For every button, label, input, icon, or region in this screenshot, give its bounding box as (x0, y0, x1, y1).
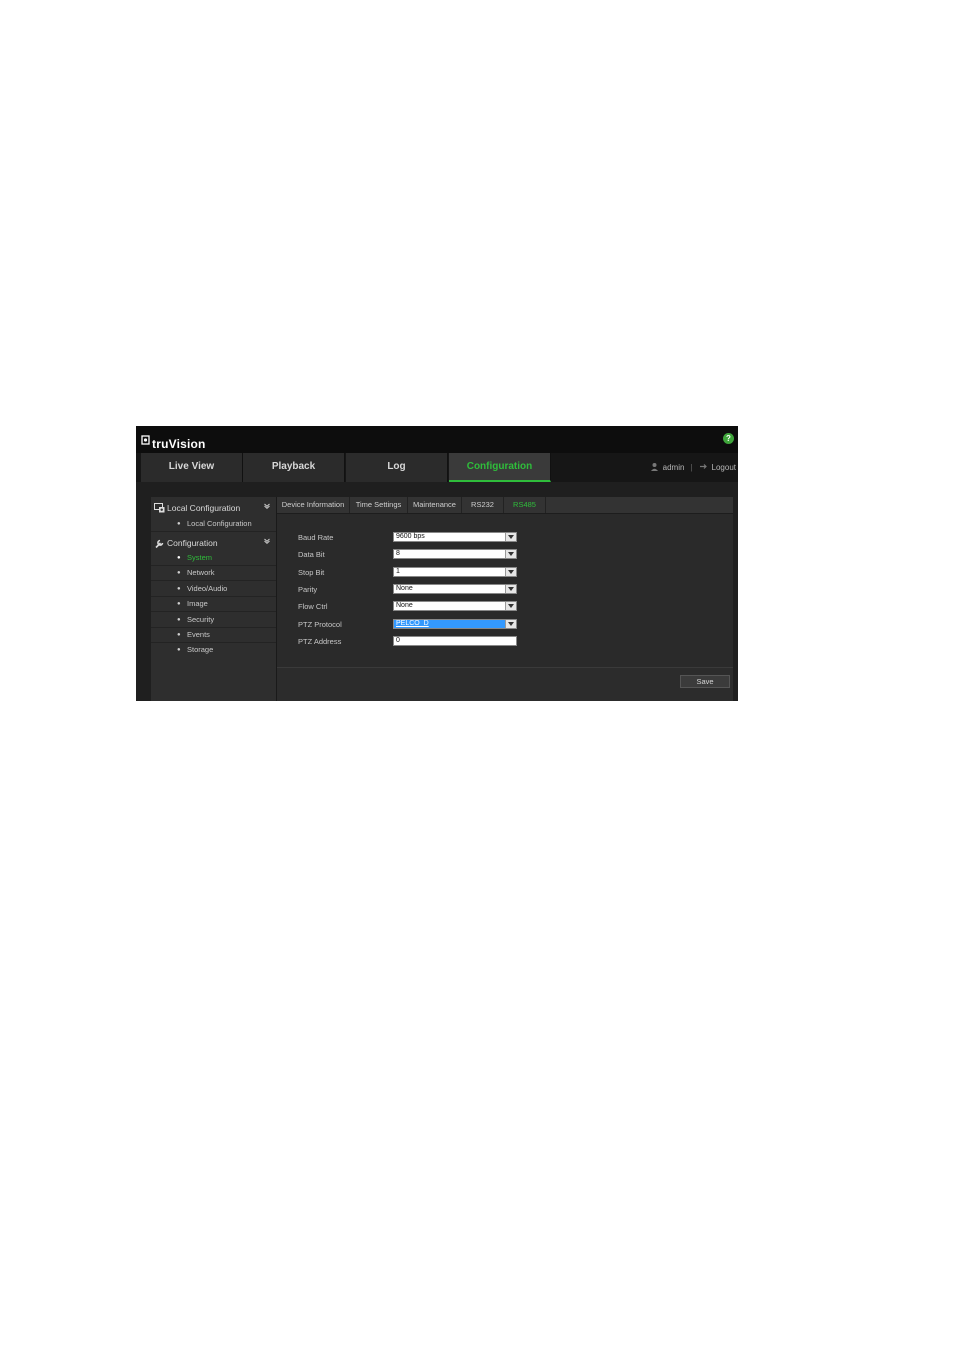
ptz-protocol-select[interactable]: PELCO_D (393, 619, 517, 629)
parity-label: Parity (298, 585, 318, 594)
logout-icon (699, 462, 708, 473)
dropdown-arrow-icon[interactable] (505, 533, 516, 541)
save-button[interactable]: Save (680, 675, 730, 688)
wrench-icon (153, 537, 165, 549)
data-bit-row: Data Bit 8 (277, 549, 733, 560)
ptz-protocol-row: PTZ Protocol PELCO_D (277, 619, 733, 630)
monitor-icon (153, 502, 165, 514)
main-panel: Device Information Time Settings Mainten… (277, 497, 733, 701)
data-bit-select[interactable]: 8 (393, 549, 517, 559)
baud-rate-value: 9600 bps (396, 533, 425, 540)
dropdown-arrow-icon[interactable] (505, 568, 516, 576)
app-window: truVision ? Live View Playback Log Confi… (136, 426, 738, 701)
help-icon[interactable]: ? (723, 433, 734, 444)
sidebar-item-security[interactable]: Security (151, 613, 276, 628)
sidebar-group-label: Local Configuration (167, 503, 241, 513)
brand-name: truVision (152, 437, 206, 451)
ptz-address-label: PTZ Address (298, 637, 342, 646)
flow-ctrl-label: Flow Ctrl (298, 602, 328, 611)
stop-bit-label: Stop Bit (298, 568, 325, 577)
parity-value: None (396, 585, 413, 592)
dropdown-arrow-icon[interactable] (505, 620, 516, 628)
logout-link[interactable]: Logout (712, 463, 736, 472)
baud-rate-row: Baud Rate 9600 bps (277, 532, 733, 543)
sidebar-item-local-configuration[interactable]: Local Configuration (151, 517, 276, 532)
sidebar-item-events[interactable]: Events (151, 628, 276, 643)
tab-configuration[interactable]: Configuration (449, 453, 551, 482)
rs485-settings-form: Baud Rate 9600 bps Data Bit 8 Stop Bit 1… (277, 514, 733, 668)
tab-rs485[interactable]: RS485 (504, 497, 546, 513)
dropdown-arrow-icon[interactable] (505, 602, 516, 610)
flow-ctrl-row: Flow Ctrl None (277, 601, 733, 612)
parity-row: Parity None (277, 584, 733, 595)
sidebar-group-label: Configuration (167, 538, 218, 548)
data-bit-label: Data Bit (298, 550, 325, 559)
ptz-address-row: PTZ Address 0 (277, 636, 733, 647)
logo-icon (141, 435, 151, 447)
stop-bit-select[interactable]: 1 (393, 567, 517, 577)
baud-rate-label: Baud Rate (298, 533, 334, 542)
divider: | (690, 463, 693, 472)
sidebar-group-local-configuration[interactable]: Local Configuration (151, 501, 276, 515)
flow-ctrl-value: None (396, 602, 413, 609)
sidebar-item-system[interactable]: System (151, 551, 276, 566)
tab-device-information[interactable]: Device Information (277, 497, 350, 513)
tab-time-settings[interactable]: Time Settings (350, 497, 408, 513)
sub-tabs: Device Information Time Settings Mainten… (277, 497, 733, 514)
sidebar: Local Configuration Local Configuration … (151, 497, 277, 701)
sidebar-item-storage[interactable]: Storage (151, 643, 276, 658)
top-bar: truVision ? (136, 426, 738, 453)
chevron-down-icon[interactable] (264, 503, 270, 511)
sidebar-item-image[interactable]: Image (151, 597, 276, 612)
stop-bit-row: Stop Bit 1 (277, 567, 733, 578)
brand-logo: truVision (141, 432, 206, 451)
data-bit-value: 8 (396, 550, 400, 557)
sidebar-group-configuration[interactable]: Configuration (151, 536, 276, 550)
tab-maintenance[interactable]: Maintenance (408, 497, 462, 513)
dropdown-arrow-icon[interactable] (505, 550, 516, 558)
sidebar-item-video-audio[interactable]: Video/Audio (151, 582, 276, 597)
sidebar-item-network[interactable]: Network (151, 566, 276, 581)
user-icon (650, 462, 659, 473)
username: admin (662, 463, 685, 472)
flow-ctrl-select[interactable]: None (393, 601, 517, 611)
baud-rate-select[interactable]: 9600 bps (393, 532, 517, 542)
chevron-down-icon[interactable] (264, 538, 270, 546)
main-nav: Live View Playback Log Configuration adm… (136, 453, 738, 482)
tab-playback[interactable]: Playback (243, 453, 345, 482)
tab-log[interactable]: Log (346, 453, 448, 482)
ptz-address-input[interactable]: 0 (393, 636, 517, 646)
stop-bit-value: 1 (396, 568, 400, 575)
parity-select[interactable]: None (393, 584, 517, 594)
ptz-protocol-value: PELCO_D (396, 620, 429, 627)
tab-rs232[interactable]: RS232 (462, 497, 504, 513)
content-area: Local Configuration Local Configuration … (136, 482, 738, 701)
dropdown-arrow-icon[interactable] (505, 585, 516, 593)
tab-live-view[interactable]: Live View (141, 453, 243, 482)
ptz-protocol-label: PTZ Protocol (298, 620, 342, 629)
user-box: admin | Logout (650, 453, 736, 482)
